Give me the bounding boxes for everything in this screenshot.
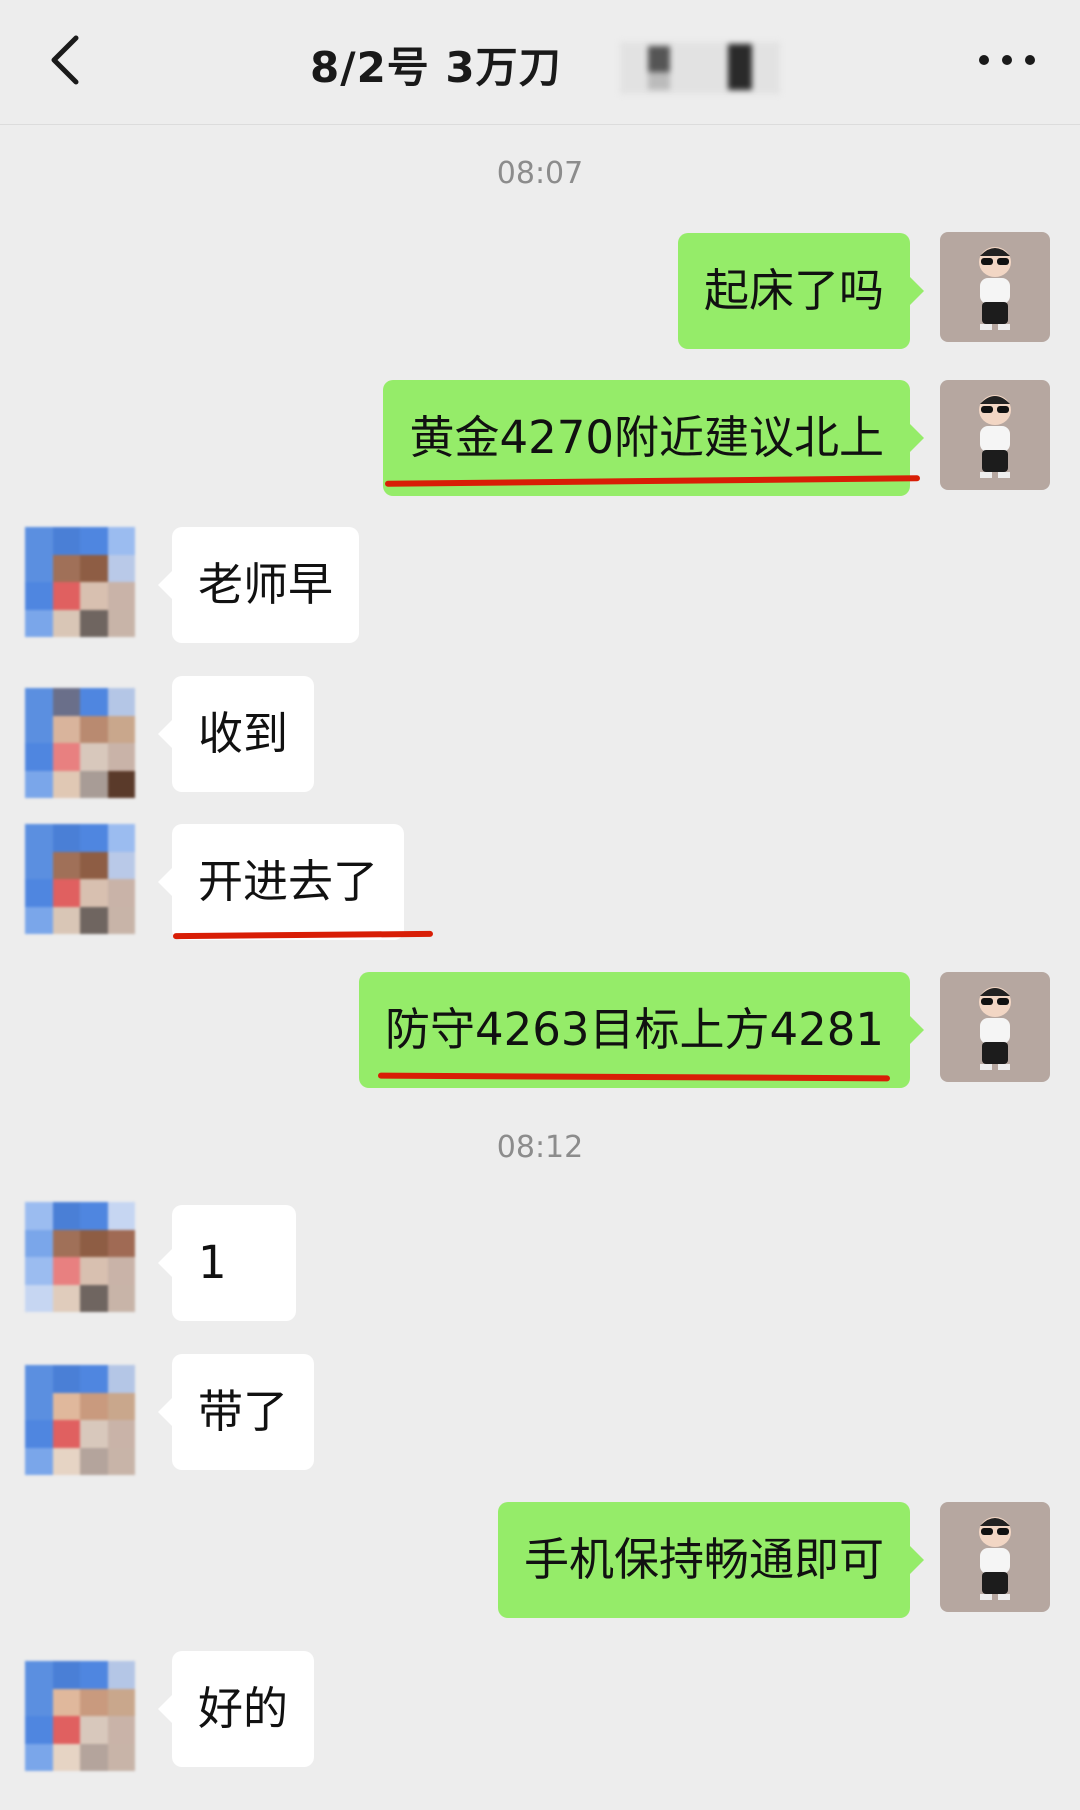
my-avatar[interactable] [940, 380, 1050, 490]
chat-title: 8/2号 3万刀 [310, 43, 562, 92]
chevron-left-icon[interactable] [40, 30, 100, 90]
contact-message-bubble[interactable]: 收到 [157, 676, 315, 792]
contact-avatar[interactable] [25, 1202, 135, 1312]
cartoon-character-icon [979, 395, 1011, 478]
my-avatar[interactable] [940, 1502, 1050, 1612]
timestamp: 08:12 [496, 1130, 584, 1165]
contact-message-bubble[interactable]: 带了 [157, 1354, 315, 1470]
cartoon-character-icon [979, 1517, 1011, 1600]
cartoon-character-icon [979, 247, 1011, 330]
contact-message-bubble[interactable]: 开进去了 [157, 824, 405, 940]
chat-header: 8/2号 3万刀 [0, 0, 1080, 125]
my-avatar[interactable] [940, 972, 1050, 1082]
contact-avatar[interactable] [25, 1365, 135, 1475]
redacted-name [620, 42, 780, 94]
contact-avatar[interactable] [25, 824, 135, 934]
my-message-bubble[interactable]: 防守4263目标上方4281 [358, 972, 925, 1088]
contact-message-bubble[interactable]: 老师早 [157, 527, 360, 643]
contact-message-bubble[interactable]: 好的 [157, 1651, 315, 1767]
more-dots-icon[interactable] [972, 40, 1042, 80]
cartoon-character-icon [979, 987, 1011, 1070]
contact-avatar[interactable] [25, 688, 135, 798]
contact-avatar[interactable] [25, 527, 135, 637]
my-message-bubble[interactable]: 起床了吗 [677, 233, 925, 349]
contact-message-bubble[interactable]: 1 [158, 1205, 296, 1321]
contact-avatar[interactable] [25, 1661, 135, 1771]
my-message-bubble[interactable]: 手机保持畅通即可 [497, 1502, 925, 1618]
timestamp: 08:07 [496, 156, 584, 191]
my-avatar[interactable] [940, 232, 1050, 342]
